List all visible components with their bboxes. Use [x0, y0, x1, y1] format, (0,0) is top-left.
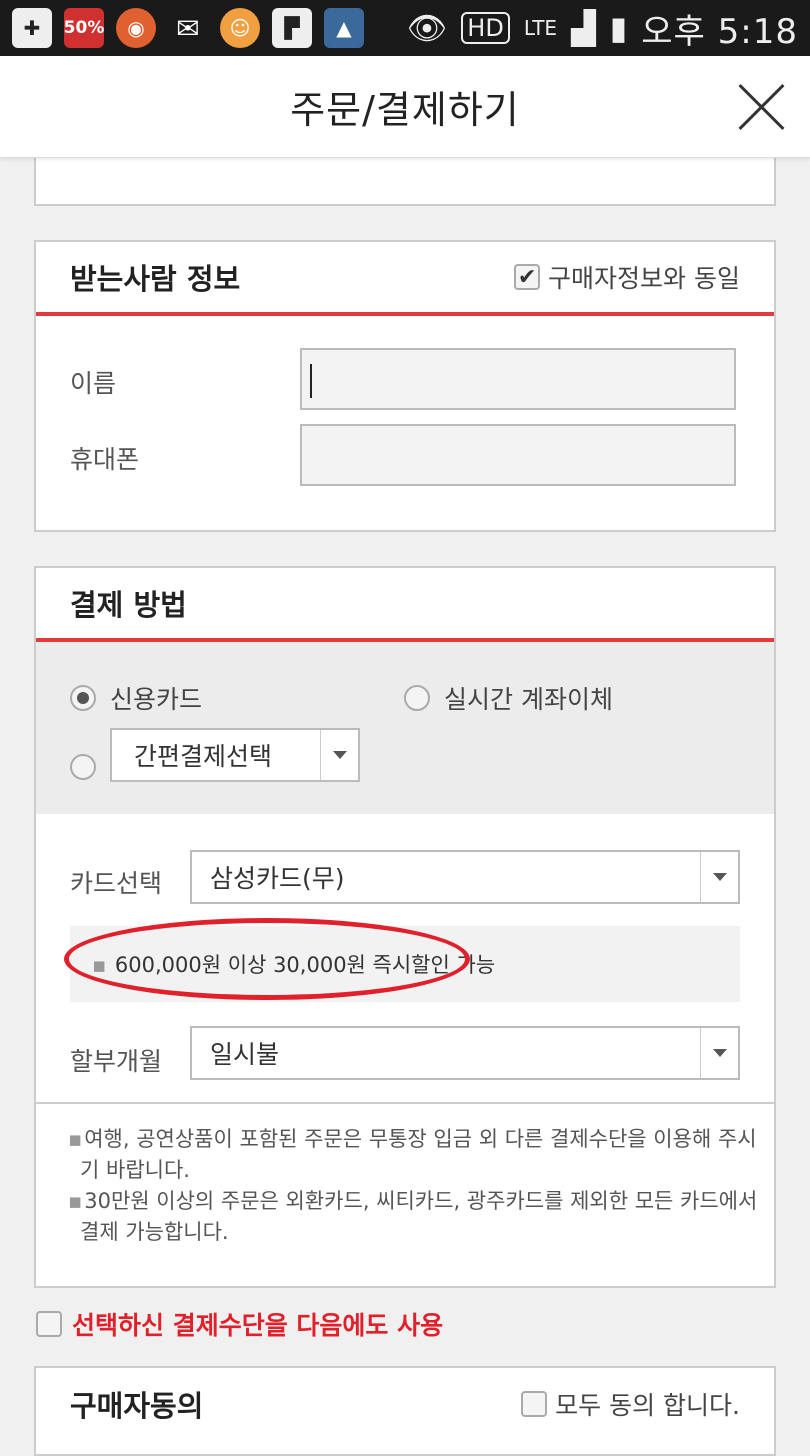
installment-label: 할부개월 [70, 1047, 163, 1076]
bank-transfer-option[interactable]: 실시간 계좌이체 [404, 680, 613, 716]
bank-transfer-label: 실시간 계좌이체 [444, 685, 613, 714]
card-select-value: 삼성카드(무) [210, 864, 345, 893]
close-button[interactable] [736, 82, 786, 132]
game-app-icon: ▲ [324, 8, 364, 48]
installment-select[interactable]: 일시불 [190, 1026, 740, 1080]
phone-input[interactable] [300, 424, 736, 486]
battery-icon: ▮ [609, 9, 628, 47]
note-line: ▪30만원 이상의 주문은 외환카드, 씨티카드, 광주카드를 제외한 모든 카… [68, 1186, 758, 1217]
credit-card-radio[interactable] [70, 685, 96, 711]
divider [36, 1102, 774, 1104]
payment-panel: 결제 방법 신용카드 실시간 계좌이체 간편결제선택 카드선택 삼성카드(무) … [34, 566, 776, 1288]
reuse-payment-option[interactable]: 선택하신 결제수단을 다음에도 사용 [36, 1306, 443, 1342]
chevron-down-icon [700, 1028, 738, 1078]
phone-label: 휴대폰 [70, 445, 140, 474]
agree-all-label: 모두 동의 합니다. [555, 1391, 740, 1420]
easy-pay-select[interactable]: 간편결제선택 [110, 728, 360, 782]
same-as-buyer-checkbox[interactable]: ✔ [514, 264, 541, 290]
bank-transfer-radio[interactable] [404, 685, 430, 711]
page-header: 주문/결제하기 [0, 56, 810, 158]
credit-card-label: 신용카드 [110, 685, 203, 714]
note-text: 30만원 이상의 주문은 외환카드, 씨티카드, 광주카드를 제외한 모든 카드… [84, 1189, 758, 1213]
note-line: 결제 가능합니다. [80, 1220, 229, 1244]
name-input[interactable] [300, 348, 736, 410]
record-icon: ◉ [116, 8, 156, 48]
easy-pay-option[interactable] [70, 740, 96, 784]
same-as-buyer-label: 구매자정보와 동일 [548, 264, 740, 293]
recipient-panel: 받는사람 정보 ✔ 구매자정보와 동일 이름 휴대폰 [34, 240, 776, 532]
agreement-title: 구매자동의 [70, 1389, 204, 1423]
text-cursor [310, 364, 312, 398]
lte-indicator: LTE [523, 16, 558, 40]
coupon-app-icon: 50% [64, 8, 104, 48]
note-text: 여행, 공연상품이 포함된 주문은 무통장 입금 외 다른 결제수단을 이용해 … [84, 1127, 757, 1151]
payment-title: 결제 방법 [70, 588, 187, 622]
easy-pay-radio[interactable] [70, 754, 96, 780]
agreement-header: 구매자동의 모두 동의 합니다. [36, 1368, 774, 1440]
signal-icon: ▟ [571, 9, 596, 47]
payment-header: 결제 방법 [36, 568, 774, 642]
bullet: ▪ [68, 1189, 83, 1213]
agreement-panel: 구매자동의 모두 동의 합니다. [34, 1366, 776, 1456]
status-bar: ✚ 50% ◉ ✉ ☺ ▛ ▲ 👁 HD LTE ▟ ▮ 오후 5:18 [0, 0, 810, 56]
note-line: 기 바랍니다. [80, 1158, 190, 1182]
hd-badge: HD [461, 12, 510, 44]
page-title: 주문/결제하기 [290, 88, 520, 132]
credit-card-option[interactable]: 신용카드 [70, 680, 202, 716]
card-select[interactable]: 삼성카드(무) [190, 850, 740, 904]
chevron-down-icon [320, 730, 358, 780]
name-label: 이름 [70, 369, 117, 398]
card-select-label: 카드선택 [70, 869, 163, 898]
payment-notes: ▪여행, 공연상품이 포함된 주문은 무통장 입금 외 다른 결제수단을 이용해… [68, 1124, 758, 1248]
plus-icon: ✚ [12, 8, 52, 48]
clock: 오후 5:18 [641, 11, 798, 52]
same-as-buyer-option[interactable]: ✔ 구매자정보와 동일 [514, 259, 740, 295]
agree-all-option[interactable]: 모두 동의 합니다. [521, 1386, 740, 1422]
reuse-payment-label: 선택하신 결제수단을 다음에도 사용 [72, 1311, 444, 1340]
mail-icon: ✉ [176, 11, 200, 45]
agree-all-checkbox[interactable] [521, 1391, 548, 1417]
eye-icon: 👁 [406, 9, 448, 47]
note-line: ▪여행, 공연상품이 포함된 주문은 무통장 입금 외 다른 결제수단을 이용해… [68, 1124, 758, 1155]
coupon-badge-text: 50% [63, 18, 105, 38]
installment-select-value: 일시불 [210, 1040, 280, 1069]
bullet: ▪ [68, 1127, 83, 1151]
easy-pay-select-value: 간편결제선택 [134, 742, 273, 771]
recipient-header: 받는사람 정보 ✔ 구매자정보와 동일 [36, 242, 774, 316]
payment-method-area: 신용카드 실시간 계좌이체 간편결제선택 [36, 642, 774, 814]
chevron-down-icon [700, 852, 738, 902]
recipient-title: 받는사람 정보 [70, 262, 241, 296]
smiley-app-icon: ☺ [220, 8, 260, 48]
flipboard-icon: ▛ [272, 8, 312, 48]
reuse-payment-checkbox[interactable] [36, 1311, 62, 1337]
annotation-circle [64, 918, 470, 1000]
